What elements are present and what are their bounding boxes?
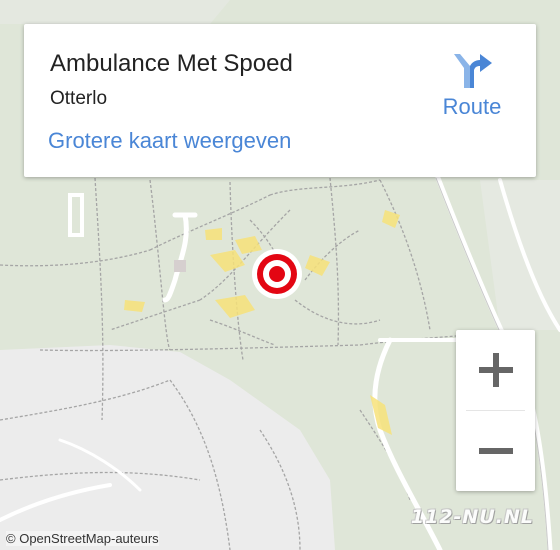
plus-icon xyxy=(478,353,513,387)
minus-icon xyxy=(478,448,513,454)
watermark-logo: 112-NU.NL xyxy=(410,506,534,528)
target-marker-icon xyxy=(252,249,302,299)
zoom-out-button[interactable] xyxy=(456,411,535,491)
map-attribution: © OpenStreetMap-auteurs xyxy=(6,531,159,546)
copyright-symbol: © xyxy=(6,531,16,546)
route-button[interactable]: Route xyxy=(440,50,504,120)
place-city: Otterlo xyxy=(50,88,108,109)
zoom-in-button[interactable] xyxy=(456,330,535,410)
place-name: Ambulance Met Spoed xyxy=(50,50,293,77)
route-arrow-icon xyxy=(454,54,492,88)
bigger-map-link[interactable]: Grotere kaart weergeven xyxy=(48,128,291,154)
osm-attribution-link[interactable]: OpenStreetMap-auteurs xyxy=(19,531,158,546)
zoom-control xyxy=(456,330,535,491)
place-info-card: Ambulance Met Spoed Otterlo Grotere kaar… xyxy=(24,24,536,177)
map-open-area-top xyxy=(0,0,230,24)
building xyxy=(174,260,186,272)
route-label: Route xyxy=(442,94,502,119)
